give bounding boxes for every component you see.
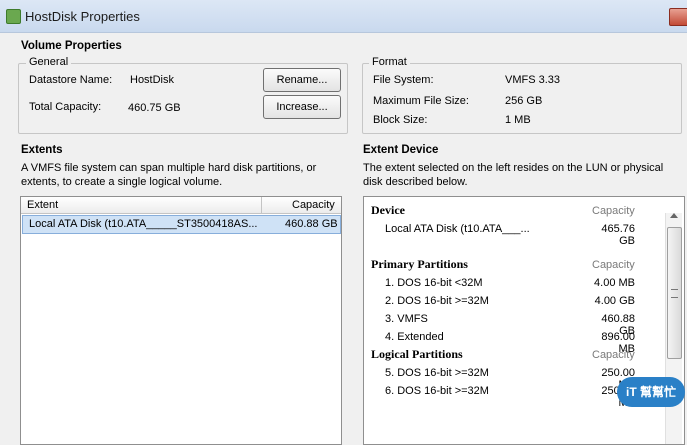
format-group: Format File System: VMFS 3.33 Maximum Fi… [362, 56, 682, 134]
close-button[interactable] [669, 8, 687, 26]
extents-description-line1: A VMFS file system can span multiple har… [21, 162, 317, 174]
max-file-size-label: Maximum File Size: [373, 95, 469, 107]
rename-button[interactable]: Rename... [263, 68, 341, 92]
file-system-label: File System: [373, 74, 434, 86]
partition-item: 3. VMFS [385, 313, 428, 325]
column-divider[interactable] [261, 197, 262, 213]
grip-icon [671, 289, 678, 298]
partition-item: 6. DOS 16-bit >=32M [385, 385, 489, 397]
volume-properties-title: Volume Properties [21, 40, 122, 52]
app-icon [6, 9, 21, 24]
extent-device-description-line2: disk described below. [363, 176, 468, 188]
logical-partitions-capacity-header: Capacity [592, 349, 635, 361]
extent-row-name: Local ATA Disk (t10.ATA_____ST3500418AS.… [29, 218, 258, 230]
extents-title: Extents [21, 144, 63, 156]
extent-device-description-line1: The extent selected on the left resides … [363, 162, 664, 174]
extents-description-line2: extents, to create a single logical volu… [21, 176, 223, 188]
partition-capacity: 4.00 GB [594, 295, 635, 307]
datastore-name-label: Datastore Name: [29, 74, 113, 86]
device-capacity: 465.76 GB [601, 223, 635, 247]
general-group: General Datastore Name: HostDisk Total C… [18, 56, 348, 134]
column-header-extent[interactable]: Extent [27, 199, 58, 211]
extent-device-panel: Device Capacity Local ATA Disk (t10.ATA_… [363, 196, 685, 445]
vertical-scrollbar[interactable] [665, 213, 682, 444]
increase-button[interactable]: Increase... [263, 95, 341, 119]
partition-item: 2. DOS 16-bit >=32M [385, 295, 489, 307]
max-file-size-value: 256 GB [505, 95, 543, 107]
block-size-value: 1 MB [505, 114, 531, 126]
format-legend: Format [369, 56, 410, 68]
logical-partitions-heading: Logical Partitions [371, 347, 463, 361]
title-bar: HostDisk Properties [0, 0, 687, 33]
extents-list[interactable]: Extent Capacity Local ATA Disk (t10.ATA_… [20, 196, 342, 445]
extent-row-capacity: 460.88 GB [285, 218, 338, 230]
watermark-logo: iT 幫幫忙 [617, 377, 685, 407]
partition-item: 4. Extended [385, 331, 444, 343]
scroll-up-arrow-icon[interactable] [670, 213, 678, 218]
column-header-capacity[interactable]: Capacity [292, 199, 335, 211]
device-capacity-header: Capacity [592, 205, 635, 217]
device-name: Local ATA Disk (t10.ATA___... [385, 223, 530, 235]
primary-partitions-capacity-header: Capacity [592, 259, 635, 271]
block-size-label: Block Size: [373, 114, 428, 126]
primary-partitions-heading: Primary Partitions [371, 257, 468, 271]
total-capacity-value: 460.75 GB [128, 102, 181, 114]
partition-capacity: 4.00 MB [594, 277, 635, 289]
scroll-thumb[interactable] [667, 227, 682, 359]
datastore-name-value: HostDisk [130, 74, 175, 86]
file-system-value: VMFS 3.33 [505, 74, 561, 86]
partition-item: 5. DOS 16-bit >=32M [385, 367, 489, 379]
extent-device-title: Extent Device [363, 144, 439, 156]
extents-list-header: Extent Capacity [21, 197, 341, 214]
extent-row[interactable]: Local ATA Disk (t10.ATA_____ST3500418AS.… [22, 215, 341, 234]
window-title: HostDisk Properties [25, 9, 140, 24]
partition-item: 1. DOS 16-bit <32M [385, 277, 483, 289]
total-capacity-label: Total Capacity: [29, 101, 102, 113]
general-legend: General [26, 56, 72, 68]
device-heading: Device [371, 203, 405, 217]
